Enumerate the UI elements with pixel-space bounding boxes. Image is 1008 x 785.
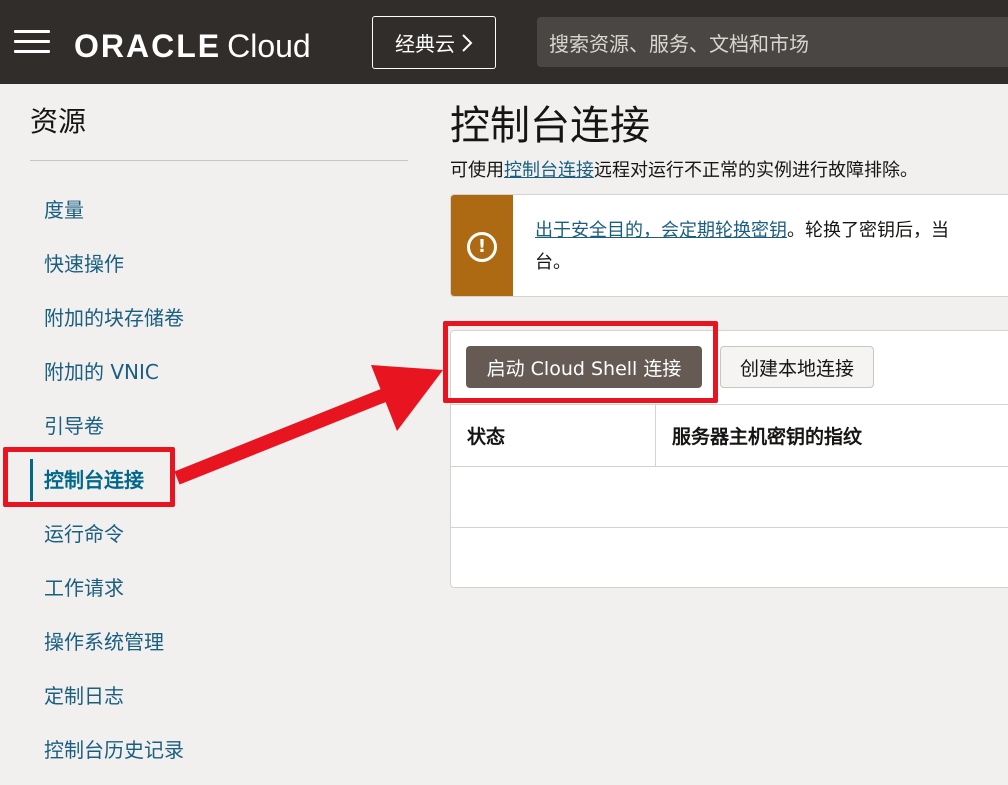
annotation-arrow — [174, 365, 443, 485]
